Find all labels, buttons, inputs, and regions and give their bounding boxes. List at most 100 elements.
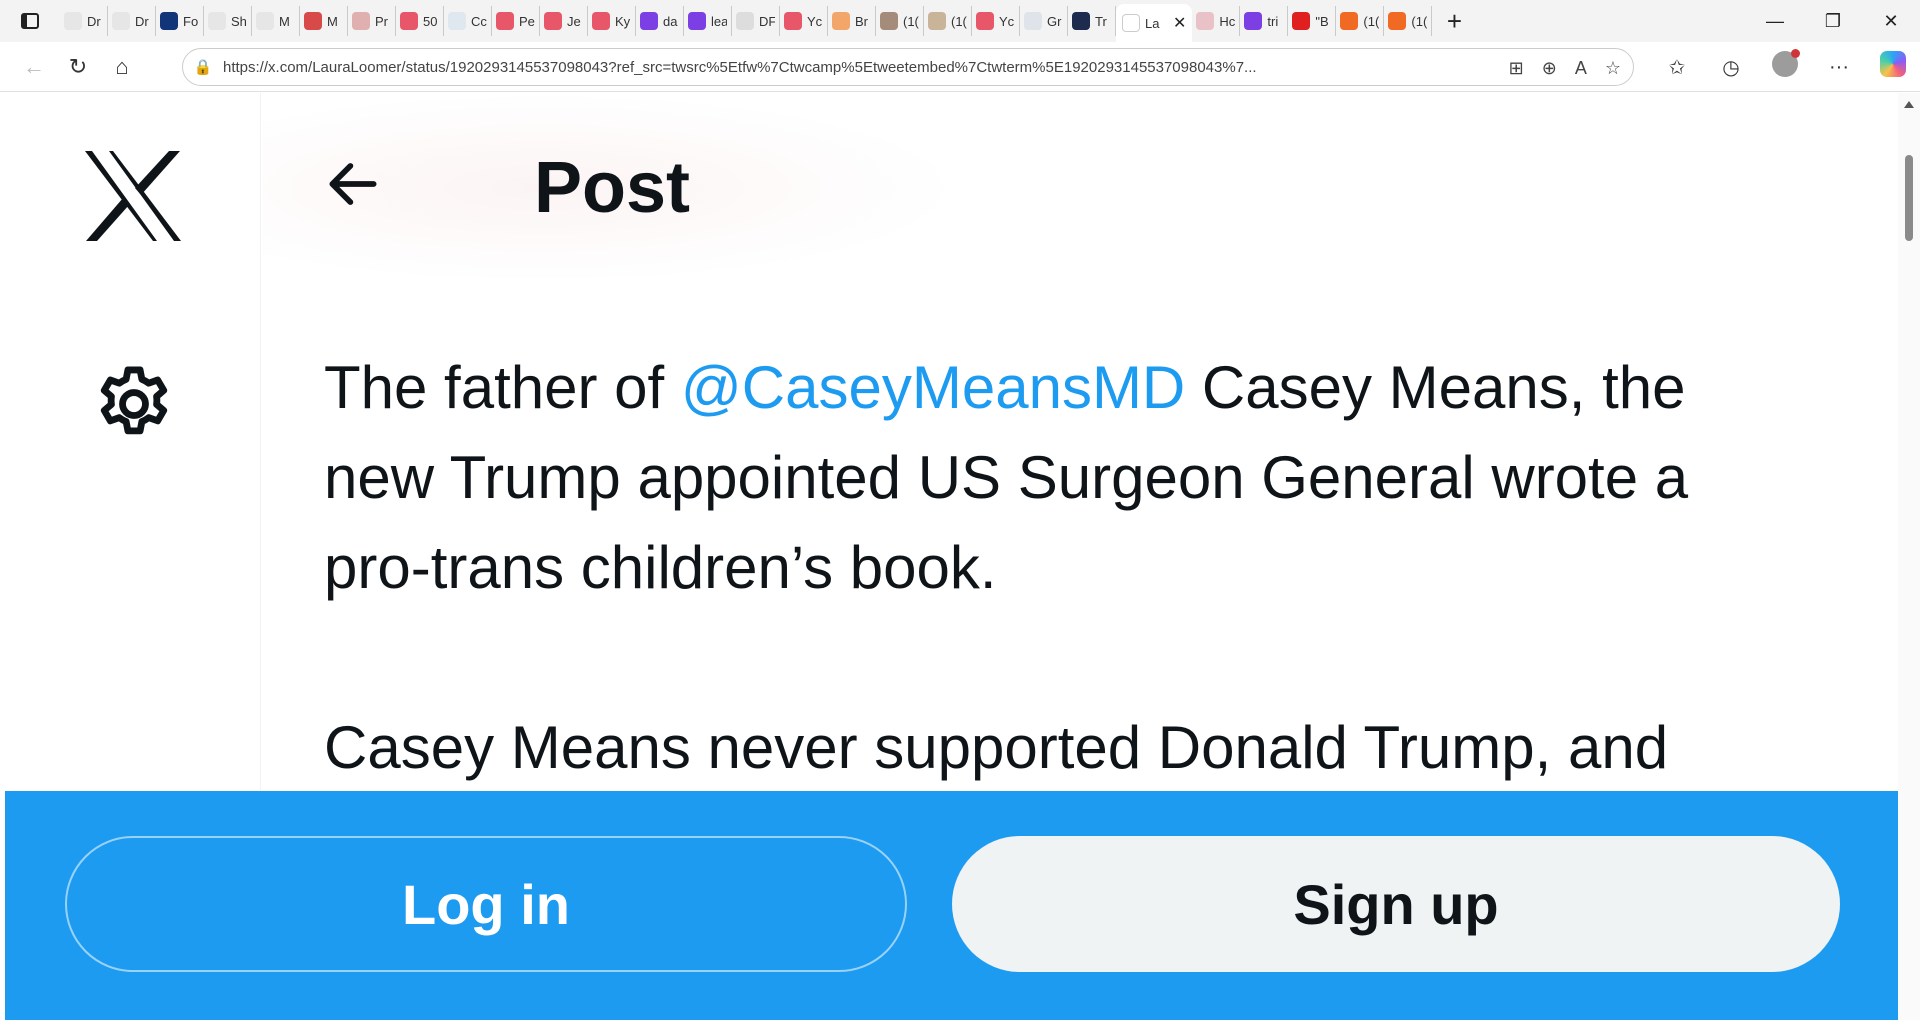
page-scrollbar[interactable]: [1898, 93, 1920, 1020]
browser-tab-active[interactable]: La ✕: [1116, 4, 1193, 42]
browser-tab[interactable]: Tr: [1068, 6, 1116, 36]
profile-button[interactable]: [1768, 49, 1802, 83]
tab-favicon-icon: [304, 12, 322, 30]
browser-tab[interactable]: 50: [396, 6, 444, 36]
login-button[interactable]: Log in: [65, 836, 907, 972]
browser-toolbar-right: ✩ ◷ ···: [1660, 42, 1910, 92]
tab-favicon-icon: [976, 12, 994, 30]
tab-title: tri: [1267, 13, 1279, 29]
home-button[interactable]: ⌂: [100, 47, 144, 87]
address-toolbar: ← ↻ ⌂ 🔒 https://x.com/LauraLoomer/status…: [0, 42, 1920, 92]
url-text[interactable]: https://x.com/LauraLoomer/status/1920293…: [223, 59, 1423, 76]
refresh-button[interactable]: ↻: [56, 47, 100, 87]
browser-tab[interactable]: Yc: [972, 6, 1020, 36]
tab-favicon-icon: [112, 12, 130, 30]
browser-tab[interactable]: Pr: [348, 6, 396, 36]
restore-button[interactable]: ❐: [1804, 0, 1862, 42]
tab-favicon-icon: [592, 12, 610, 30]
close-tab-icon[interactable]: ✕: [1173, 13, 1186, 33]
mention-link[interactable]: @CaseyMeansMD: [681, 354, 1185, 421]
tab-favicon-icon: [256, 12, 274, 30]
signup-button[interactable]: Sign up: [952, 836, 1840, 972]
site-info-icon[interactable]: 🔒: [183, 58, 223, 76]
browser-tab[interactable]: Cc: [444, 6, 492, 36]
new-tab-button[interactable]: +: [1436, 6, 1472, 36]
tab-title: (1(: [903, 13, 919, 29]
browser-tab[interactable]: Yc: [780, 6, 828, 36]
profile-avatar-icon: [1772, 49, 1800, 77]
read-aloud-icon[interactable]: A: [1575, 58, 1587, 79]
tab-favicon-icon: [1122, 14, 1140, 32]
tab-favicon-icon: [736, 12, 754, 30]
tab-favicon-icon: [544, 12, 562, 30]
tab-favicon-icon: [352, 12, 370, 30]
browser-tab[interactable]: M: [252, 6, 300, 36]
browser-tab[interactable]: Br: [828, 6, 876, 36]
tab-title: DF: [759, 13, 775, 29]
home-icon: ⌂: [115, 53, 129, 79]
tab-title: Pe: [519, 13, 535, 29]
browser-tab[interactable]: tri: [1240, 6, 1289, 36]
tab-favicon-icon: [784, 12, 802, 30]
tab-title: Dr: [87, 13, 101, 29]
minimize-button[interactable]: —: [1746, 0, 1804, 42]
tab-actions-button[interactable]: [0, 0, 60, 42]
url-bar-actions: ⊞ ⊕ A ☆: [1509, 49, 1621, 87]
history-icon[interactable]: ◷: [1714, 55, 1748, 80]
back-button[interactable]: ←: [12, 47, 56, 87]
tab-favicon-icon: [448, 12, 466, 30]
browser-tab[interactable]: Dr: [108, 6, 156, 36]
browser-tab[interactable]: Dr: [60, 6, 108, 36]
browser-tab[interactable]: (1(: [1384, 6, 1433, 36]
tab-title: da: [663, 13, 678, 29]
x-logo-icon[interactable]: [83, 151, 183, 241]
browser-tab[interactable]: (1(: [924, 6, 972, 36]
back-arrow-icon[interactable]: [322, 153, 384, 215]
zoom-icon[interactable]: ⊕: [1542, 58, 1557, 79]
browser-tab[interactable]: Je: [540, 6, 588, 36]
scrollbar-thumb[interactable]: [1905, 155, 1913, 241]
tab-favicon-icon: [688, 12, 706, 30]
tab-title: "B: [1315, 13, 1329, 29]
browser-tab[interactable]: "B: [1288, 6, 1337, 36]
post-header: Post: [262, 93, 962, 283]
browser-tab[interactable]: da: [636, 6, 684, 36]
more-options-icon[interactable]: ···: [1822, 56, 1856, 79]
tab-title: Je: [567, 13, 581, 29]
tab-favicon-icon: [496, 12, 514, 30]
tab-title: Yc: [807, 13, 823, 29]
browser-tab[interactable]: lea: [684, 6, 732, 36]
tweet-line: Casey Means never supported Donald Trump…: [324, 714, 1669, 781]
browser-tab[interactable]: (1(: [876, 6, 924, 36]
tab-favicon-icon: [832, 12, 850, 30]
favorite-star-icon[interactable]: ☆: [1605, 58, 1621, 79]
browser-tab[interactable]: Ky: [588, 6, 636, 36]
browser-tab[interactable]: Pe: [492, 6, 540, 36]
browser-tab[interactable]: Hc: [1192, 6, 1241, 36]
tweet-line: new Trump appointed US Surgeon General w…: [324, 444, 1689, 511]
browser-tab[interactable]: M: [300, 6, 348, 36]
tab-title: Br: [855, 13, 868, 29]
tab-favicon-icon: [1340, 12, 1359, 30]
copilot-button[interactable]: [1876, 51, 1910, 83]
browser-tab[interactable]: (1(: [1336, 6, 1385, 36]
refresh-icon: ↻: [68, 53, 88, 79]
tab-favicon-icon: [1072, 12, 1090, 30]
favorites-icon[interactable]: ✩: [1660, 55, 1694, 80]
tab-favicon-icon: [160, 12, 178, 30]
tab-title: M: [279, 13, 290, 29]
browser-tab[interactable]: Fo: [156, 6, 204, 36]
window-controls: — ❐ ✕: [1746, 0, 1920, 42]
app-available-icon[interactable]: ⊞: [1509, 58, 1524, 79]
url-bar[interactable]: 🔒 https://x.com/LauraLoomer/status/19202…: [182, 48, 1634, 86]
tab-title: Hc: [1219, 13, 1236, 29]
tab-title: 50: [423, 13, 438, 29]
scroll-up-arrow-icon[interactable]: [1904, 101, 1914, 108]
settings-gear-icon[interactable]: [91, 361, 177, 447]
tab-title: Sh: [231, 13, 247, 29]
tab-title: (1(: [1363, 13, 1380, 29]
browser-tab[interactable]: Gr: [1020, 6, 1068, 36]
browser-tab[interactable]: DF: [732, 6, 780, 36]
browser-tab[interactable]: Sh: [204, 6, 252, 36]
close-window-button[interactable]: ✕: [1862, 0, 1920, 42]
